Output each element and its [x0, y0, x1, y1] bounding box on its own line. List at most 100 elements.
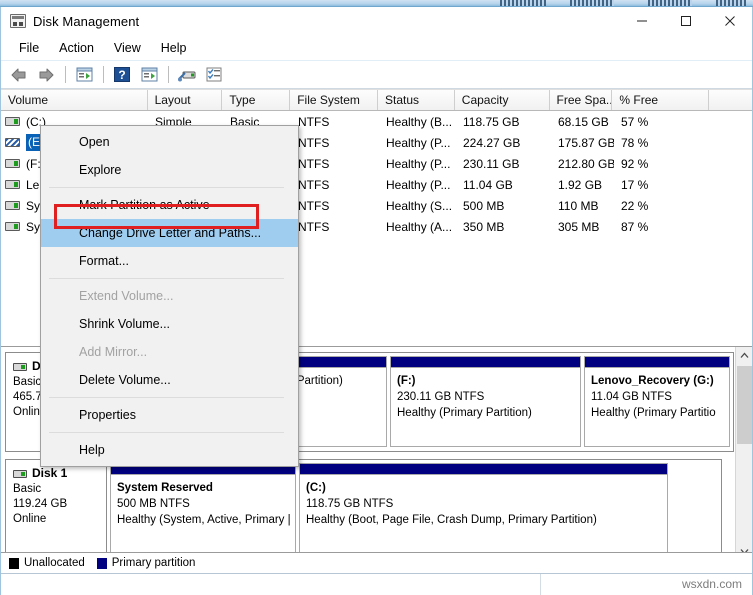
legend-unallocated-label: Unallocated — [24, 557, 85, 569]
show-hide-action-pane-icon[interactable] — [136, 63, 162, 87]
maximize-button[interactable] — [664, 7, 708, 35]
menu-file[interactable]: File — [9, 38, 49, 58]
cell-status: Healthy (S... — [386, 198, 453, 213]
context-menu-separator — [49, 278, 284, 279]
legend-unallocated-swatch — [9, 557, 19, 569]
column-header-layout[interactable]: Layout — [148, 90, 223, 110]
disk-management-icon — [10, 14, 26, 28]
column-header-volume[interactable]: Volume — [1, 90, 148, 110]
ctx-explore[interactable]: Explore — [41, 156, 298, 184]
ctx-shrink-volume[interactable]: Shrink Volume... — [41, 310, 298, 338]
cell-percent-free: 57 % — [621, 114, 649, 129]
legend-primary-partition-swatch — [96, 557, 107, 569]
ctx-change-drive-letter-and-paths[interactable]: Change Drive Letter and Paths... — [41, 219, 298, 247]
ctx-extend-volume: Extend Volume... — [79, 289, 174, 303]
disk-header-1[interactable]: Disk 1 Basic 119.24 GB Online — [5, 459, 107, 559]
watermark: wsxdn.com — [681, 576, 742, 591]
column-header-spacer — [709, 90, 752, 110]
menu-bar: File Action View Help — [1, 35, 752, 61]
partition-title: System Reserved — [117, 482, 213, 494]
legend-unallocated: Unallocated — [9, 557, 85, 569]
cell-free-space: 212.80 GB — [558, 156, 614, 171]
volume-disk-icon — [5, 201, 20, 210]
cell-status: Healthy (P... — [386, 135, 451, 150]
ctx-mark-partition-active[interactable]: Mark Partition as Active — [41, 191, 298, 219]
cell-percent-free: 92 % — [621, 156, 649, 171]
toolbar-separator-2 — [103, 66, 104, 83]
graphical-view-scrollbar[interactable] — [735, 347, 752, 560]
column-header-free-space[interactable]: Free Spa... — [550, 90, 613, 110]
window-controls — [620, 7, 752, 35]
disk-icon — [13, 469, 27, 478]
cell-percent-free: 17 % — [621, 177, 649, 192]
partition-size: 500 MB NTFS — [117, 498, 190, 510]
cell-capacity: 230.11 GB — [463, 156, 520, 171]
disk-management-screen: Disk Management File Action View Help ? … — [0, 0, 753, 595]
cell-free-space: 305 MB — [558, 219, 600, 234]
disk-icon — [13, 362, 27, 371]
scrollbar-thumb[interactable] — [737, 366, 752, 444]
partition-block[interactable]: (F:) 230.11 GB NTFS Healthy (Primary Par… — [390, 356, 581, 447]
close-button[interactable] — [708, 7, 752, 35]
help-question-icon[interactable]: ? — [109, 63, 135, 87]
context-menu: Open Explore Mark Partition as Active Ch… — [40, 125, 299, 467]
status-bar-segment-left — [1, 573, 541, 595]
column-header-status[interactable]: Status — [378, 90, 455, 110]
partition-block[interactable]: Lenovo_Recovery (G:) 11.04 GB NTFS Healt… — [584, 356, 730, 447]
cell-free-space: 1.92 GB — [558, 177, 603, 192]
ctx-open[interactable]: Open — [41, 128, 298, 156]
disk-name: Disk 1 — [32, 466, 68, 480]
forward-arrow-icon[interactable] — [33, 63, 59, 87]
legend-primary-partition: Primary partition — [96, 557, 195, 569]
volume-disk-icon — [5, 180, 20, 189]
menu-view[interactable]: View — [104, 38, 151, 58]
cell-capacity: 11.04 GB — [463, 177, 513, 192]
window-title: Disk Management — [33, 13, 140, 29]
cell-status: Healthy (B... — [386, 114, 453, 129]
toolbar-separator-1 — [65, 66, 66, 83]
cell-percent-free: 78 % — [621, 135, 649, 150]
cell-free-space: 175.87 GB — [558, 135, 614, 150]
column-header-type[interactable]: Type — [222, 90, 291, 110]
ctx-properties[interactable]: Properties — [41, 401, 298, 429]
minimize-button[interactable] — [620, 7, 664, 35]
partition-status: Healthy (Primary Partition) — [397, 407, 532, 419]
partition-capacity-bar — [300, 464, 667, 475]
disk-status: Online — [13, 513, 47, 525]
partition-block[interactable]: (C:) 118.75 GB NTFS Healthy (Boot, Page … — [299, 463, 668, 554]
column-header-percent-free[interactable]: % Free — [612, 90, 710, 110]
back-arrow-icon[interactable] — [6, 63, 32, 87]
cell-file-system: NTFS — [298, 198, 330, 213]
ctx-delete-volume[interactable]: Delete Volume... — [41, 366, 298, 394]
scroll-up-arrow-icon[interactable] — [736, 347, 752, 364]
background-window-left — [0, 0, 283, 7]
title-bar: Disk Management — [1, 7, 752, 35]
ctx-help[interactable]: Help — [41, 436, 298, 464]
rescan-disks-icon[interactable] — [174, 63, 200, 87]
cell-file-system: NTFS — [298, 219, 330, 234]
cell-percent-free: 87 % — [621, 219, 649, 234]
toolbar-separator-3 — [168, 66, 169, 83]
menu-help[interactable]: Help — [151, 38, 197, 58]
properties-list-icon[interactable] — [201, 63, 227, 87]
cell-file-system: NTFS — [298, 177, 330, 192]
status-bar-segment-right: wsxdn.com — [541, 574, 752, 595]
cell-percent-free: 22 % — [621, 198, 649, 213]
ctx-format[interactable]: Format... — [41, 247, 298, 275]
cell-status: Healthy (P... — [386, 177, 451, 192]
partition-status: Healthy (Primary Partitio — [591, 407, 716, 419]
ctx-add-mirror: Add Mirror... — [79, 345, 148, 359]
partition-size: 118.75 GB NTFS — [306, 498, 394, 510]
context-menu-separator — [49, 432, 284, 433]
partition-size: 11.04 GB NTFS — [591, 391, 672, 403]
volume-disk-icon — [5, 222, 20, 231]
context-menu-separator — [49, 397, 284, 398]
column-header-capacity[interactable]: Capacity — [455, 90, 550, 110]
menu-action[interactable]: Action — [49, 38, 104, 58]
cell-file-system: NTFS — [298, 156, 330, 171]
partition-block[interactable]: System Reserved 500 MB NTFS Healthy (Sys… — [110, 463, 296, 554]
column-header-file-system[interactable]: File System — [290, 90, 378, 110]
cell-capacity: 500 MB — [463, 198, 505, 213]
show-hide-console-tree-icon[interactable] — [71, 63, 97, 87]
partition-size: 230.11 GB NTFS — [397, 391, 485, 403]
